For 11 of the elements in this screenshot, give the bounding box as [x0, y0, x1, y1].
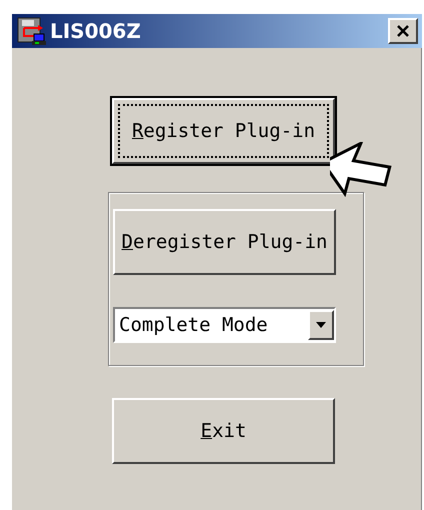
mode-dropdown[interactable]: Complete Mode — [113, 307, 336, 343]
close-icon — [395, 24, 411, 38]
dropdown-value: Complete Mode — [118, 314, 269, 336]
caret-icon — [315, 321, 327, 329]
dropdown-button[interactable] — [308, 310, 334, 340]
deregister-button[interactable]: Deregister Plug-in — [113, 209, 336, 275]
register-button[interactable]: Register Plug-in — [112, 98, 335, 164]
exit-button[interactable]: Exit — [112, 398, 335, 464]
app-icon — [16, 16, 48, 46]
window-title: LIS006Z — [50, 19, 142, 43]
close-button[interactable] — [388, 18, 418, 44]
